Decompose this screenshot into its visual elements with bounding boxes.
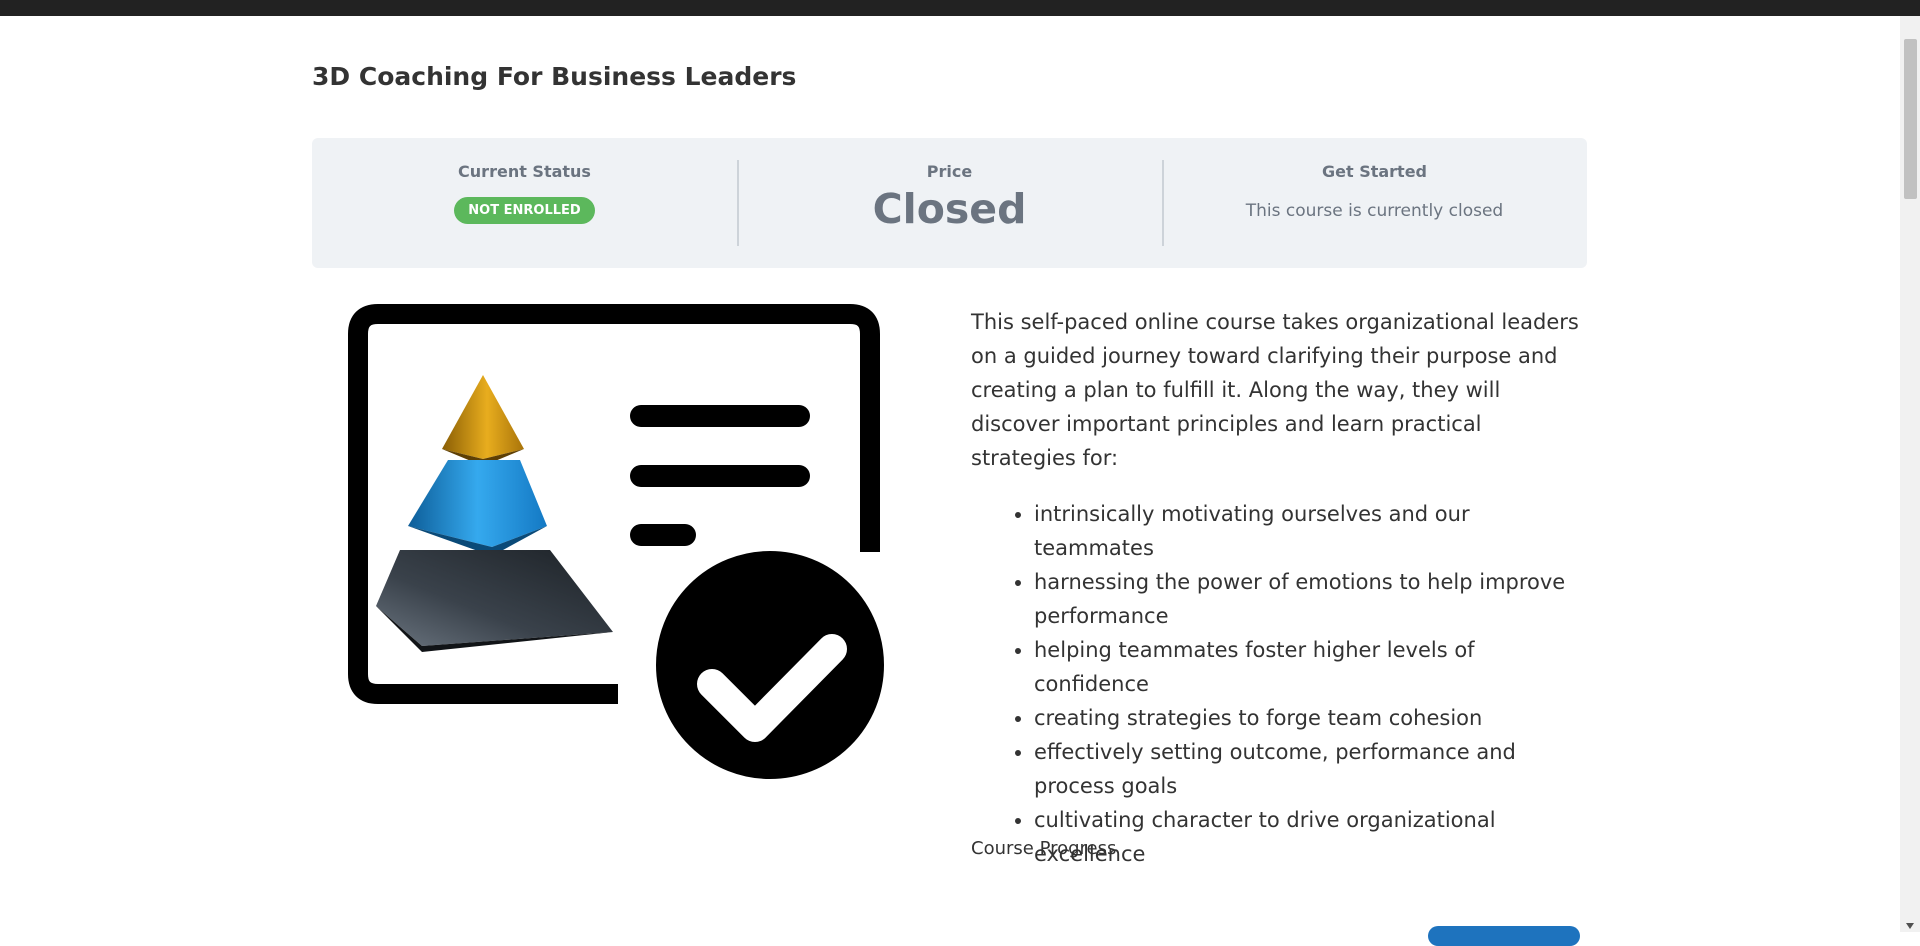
list-item: intrinsically motivating ourselves and o… xyxy=(1034,497,1586,565)
course-status-bar: Current Status NOT ENROLLED Price Closed… xyxy=(312,138,1587,268)
page-scrollbar[interactable] xyxy=(1900,16,1920,932)
page-title: 3D Coaching For Business Leaders xyxy=(312,62,797,91)
partial-action-button[interactable] xyxy=(1428,926,1580,946)
scroll-down-arrow-icon[interactable] xyxy=(1906,923,1914,929)
course-description: This self-paced online course takes orga… xyxy=(971,305,1586,871)
list-item: effectively setting outcome, performance… xyxy=(1034,735,1586,803)
scrollbar-thumb[interactable] xyxy=(1904,39,1917,199)
get-started-column: Get Started This course is currently clo… xyxy=(1162,138,1587,268)
course-progress-label: Course Progress xyxy=(971,838,1117,859)
list-item: cultivating character to drive organizat… xyxy=(1034,803,1586,871)
strategy-list: intrinsically motivating ourselves and o… xyxy=(971,497,1586,871)
current-status-heading: Current Status xyxy=(458,162,591,181)
price-heading: Price xyxy=(926,162,973,181)
enrollment-status-badge: NOT ENROLLED xyxy=(454,197,595,224)
list-item: helping teammates foster higher levels o… xyxy=(1034,633,1586,701)
browser-top-bar xyxy=(0,0,1920,16)
price-value: Closed xyxy=(872,185,1027,233)
current-status-column: Current Status NOT ENROLLED xyxy=(312,138,737,268)
list-item: harnessing the power of emotions to help… xyxy=(1034,565,1586,633)
price-column: Price Closed xyxy=(737,138,1162,268)
get-started-heading: Get Started xyxy=(1321,162,1427,181)
certificate-pyramid-checkmark-icon xyxy=(348,304,892,787)
list-item: creating strategies to forge team cohesi… xyxy=(1034,701,1586,735)
get-started-text: This course is currently closed xyxy=(1245,201,1504,221)
description-intro: This self-paced online course takes orga… xyxy=(971,310,1579,470)
